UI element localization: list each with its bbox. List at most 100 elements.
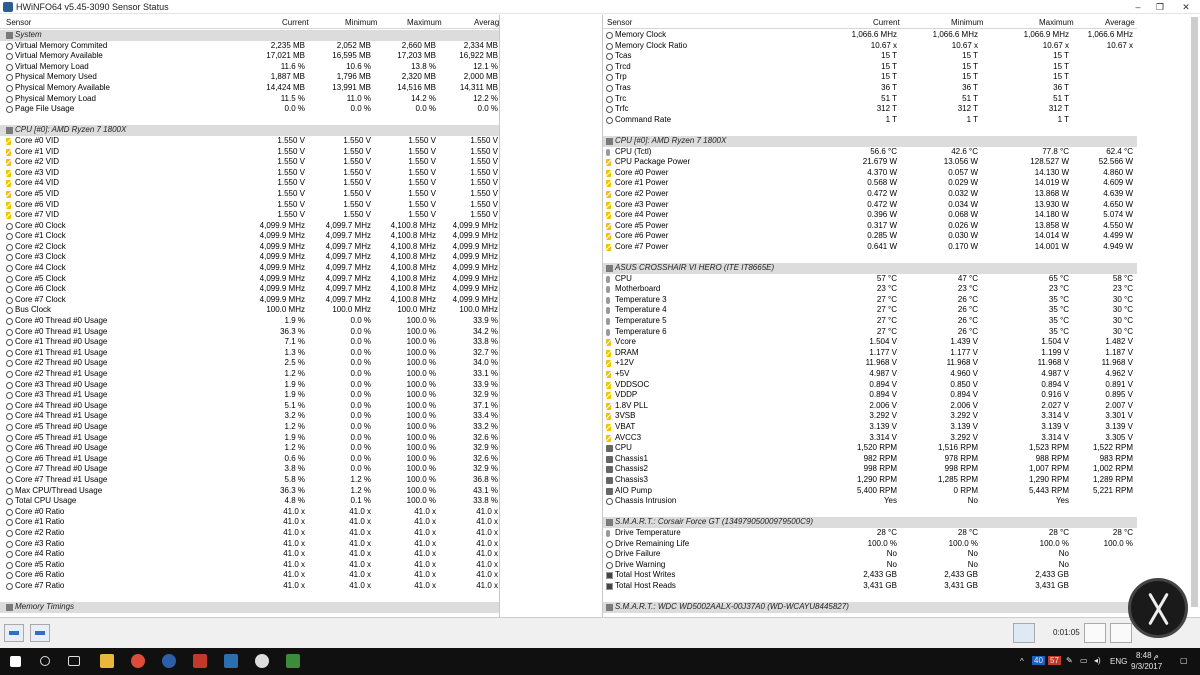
sensor-row[interactable]: Core #7 Thread #1 Usage 5.8 % 1.2 % 100.0 %… (0, 475, 499, 486)
sensor-row[interactable]: Core #1 Thread #1 Usage 1.3 % 0.0 % 100.0 %… (0, 348, 499, 359)
sensor-row[interactable]: Core #4 VID 1.550 V 1.550 V 1.550 V 1.550 V (0, 178, 499, 189)
sensor-row[interactable]: Drive Warning No No No (603, 560, 1137, 571)
sensor-row[interactable]: Total Host Writes 2,433 GB 2,433 GB 2,433 G… (603, 570, 1137, 581)
sensor-row[interactable]: Core #0 Ratio 41.0 x 41.0 x 41.0 x 41.0 x (0, 507, 499, 518)
sensor-row[interactable]: Temperature 5 27 °C 26 °C 35 °C 30 °C (603, 316, 1137, 327)
scrollbar[interactable] (1137, 15, 1200, 617)
sensor-row[interactable]: AVCC3 3.314 V 3.292 V 3.314 V 3.305 V (603, 433, 1137, 444)
sensor-row[interactable]: Core #6 Thread #1 Usage 0.6 % 0.0 % 100.0 %… (0, 454, 499, 465)
app-icon-4[interactable] (193, 654, 207, 668)
sensor-row[interactable]: 3VSB 3.292 V 3.292 V 3.314 V 3.301 V (603, 411, 1137, 422)
col-current-right[interactable]: Current (873, 18, 900, 27)
sensor-row[interactable]: Tras 36 T 36 T 36 T (603, 83, 1137, 94)
sensor-row[interactable]: CPU Package Power 21.679 W 13.056 W 128.527… (603, 157, 1137, 168)
sensor-row[interactable]: Drive Remaining Life 100.0 % 100.0 % 100.0 … (603, 539, 1137, 550)
sensor-row[interactable]: Core #1 Power 0.568 W 0.029 W 14.019 W 4.609… (603, 178, 1137, 189)
app-icon-3[interactable] (162, 654, 176, 668)
sensor-row[interactable]: Drive Temperature 28 °C 28 °C 28 °C 28 °C (603, 528, 1137, 539)
col-sensor[interactable]: Sensor (6, 18, 31, 27)
sensor-row[interactable]: Virtual Memory Load 11.6 % 10.6 % 13.8 % 12.… (0, 62, 499, 73)
sensor-row[interactable]: Core #4 Power 0.396 W 0.068 W 14.180 W 5.074… (603, 210, 1137, 221)
sensor-row[interactable]: Trp 15 T 15 T 15 T (603, 72, 1137, 83)
close-icon[interactable]: ✕ (1176, 1, 1196, 13)
sensor-row[interactable]: Chassis3 1,290 RPM 1,285 RPM 1,290 RPM 1,289… (603, 475, 1137, 486)
sensor-row[interactable]: Core #3 Ratio 41.0 x 41.0 x 41.0 x 41.0 x (0, 539, 499, 550)
sensor-row[interactable]: Core #2 Thread #1 Usage 1.2 % 0.0 % 100.0 %… (0, 369, 499, 380)
sensor-row[interactable]: Motherboard 23 °C 23 °C 23 °C 23 °C (603, 284, 1137, 295)
sensor-row[interactable]: Core #0 Thread #1 Usage 36.3 % 0.0 % 100.0 … (0, 327, 499, 338)
sensor-row[interactable]: Drive Failure No No No (603, 549, 1137, 560)
tray-badge-2[interactable]: 57 (1048, 656, 1061, 665)
app-icon-7[interactable] (286, 654, 300, 668)
sensor-row[interactable]: Core #6 VID 1.550 V 1.550 V 1.550 V 1.550 V (0, 200, 499, 211)
col-minimum-right[interactable]: Minimum (951, 18, 983, 27)
file-explorer-icon[interactable] (100, 654, 114, 668)
sensor-row[interactable]: Core #4 Clock 4,099.9 MHz 4,099.7 MHz 4,100… (0, 263, 499, 274)
sensor-row[interactable]: Bus Clock 100.0 MHz 100.0 MHz 100.0 MHz 100.… (0, 305, 499, 316)
sensor-row[interactable]: Core #2 Ratio 41.0 x 41.0 x 41.0 x 41.0 x (0, 528, 499, 539)
sensor-row[interactable]: Memory Clock Ratio 10.67 x 10.67 x 10.67 x 1… (603, 41, 1137, 52)
tray-time[interactable]: 8:48 م (1136, 651, 1159, 660)
col-sensor-right[interactable]: Sensor (607, 18, 632, 27)
sensor-row[interactable]: Memory Clock 1,066.6 MHz 1,066.6 MHz 1,066.… (603, 30, 1137, 41)
sensor-row[interactable]: Core #7 Ratio 41.0 x 41.0 x 41.0 x 41.0 x (0, 581, 499, 592)
sensor-row[interactable]: Virtual Memory Available 17,021 MB 16,595 … (0, 51, 499, 62)
sensor-group-header[interactable]: ASUS CROSSHAIR VI HERO (ITE IT8665E) (603, 263, 1137, 274)
sensor-row[interactable]: Command Rate 1 T 1 T 1 T (603, 115, 1137, 126)
sensor-row[interactable]: CPU 57 °C 47 °C 65 °C 58 °C (603, 274, 1137, 285)
sensor-row[interactable]: Core #0 Thread #0 Usage 1.9 % 0.0 % 100.0 %… (0, 316, 499, 327)
sensor-row[interactable]: CPU 1,520 RPM 1,516 RPM 1,523 RPM 1,522 RPM (603, 443, 1137, 454)
sensor-row[interactable]: +5V 4.987 V 4.960 V 4.987 V 4.962 V (603, 369, 1137, 380)
sensor-row[interactable]: Core #7 Thread #0 Usage 3.8 % 0.0 % 100.0 %… (0, 464, 499, 475)
prev-layout-button[interactable] (4, 624, 24, 642)
sensor-row[interactable]: Trcd 15 T 15 T 15 T (603, 62, 1137, 73)
sensor-row[interactable]: Core #0 Power 4.370 W 0.057 W 14.130 W 4.860… (603, 168, 1137, 179)
sensor-row[interactable]: Core #5 Clock 4,099.9 MHz 4,099.7 MHz 4,100… (0, 274, 499, 285)
task-view-icon[interactable] (68, 656, 80, 666)
sensor-row[interactable]: Core #7 VID 1.550 V 1.550 V 1.550 V 1.550 V (0, 210, 499, 221)
next-layout-button[interactable] (30, 624, 50, 642)
col-minimum[interactable]: Minimum (345, 18, 377, 27)
sensor-row[interactable]: Core #4 Thread #1 Usage 3.2 % 0.0 % 100.0 %… (0, 411, 499, 422)
sensor-row[interactable]: Core #1 Ratio 41.0 x 41.0 x 41.0 x 41.0 x (0, 517, 499, 528)
report-icon[interactable] (1110, 623, 1132, 643)
sensor-row[interactable]: DRAM 1.177 V 1.177 V 1.199 V 1.187 V (603, 348, 1137, 359)
sensor-row[interactable]: Physical Memory Used 1,887 MB 1,796 MB 2,32… (0, 72, 499, 83)
column-header[interactable]: Sensor Current Minimum Maximum Average (0, 15, 499, 29)
sensor-row[interactable]: Vcore 1.504 V 1.439 V 1.504 V 1.482 V (603, 337, 1137, 348)
tray-chevron-icon[interactable]: ^ (1020, 657, 1024, 666)
sensor-row[interactable]: Core #2 Power 0.472 W 0.032 W 13.868 W 4.639… (603, 189, 1137, 200)
network-icon[interactable] (1013, 623, 1035, 643)
sensor-row[interactable]: Core #5 Thread #0 Usage 1.2 % 0.0 % 100.0 %… (0, 422, 499, 433)
sensor-row[interactable]: Physical Memory Load 11.5 % 11.0 % 14.2 % 12… (0, 94, 499, 105)
app-icon-6[interactable] (255, 654, 269, 668)
sensor-row[interactable]: Core #0 Clock 4,099.9 MHz 4,099.7 MHz 4,100… (0, 221, 499, 232)
sensor-row[interactable]: Core #5 Thread #1 Usage 1.9 % 0.0 % 100.0 %… (0, 433, 499, 444)
sensor-row[interactable]: Core #5 Power 0.317 W 0.026 W 13.858 W 4.550… (603, 221, 1137, 232)
sensor-row[interactable]: Virtual Memory Commited 2,235 MB 2,052 MB 2… (0, 41, 499, 52)
sensor-row[interactable]: Chassis Intrusion Yes No Yes (603, 496, 1137, 507)
sensor-row[interactable]: Core #6 Power 0.285 W 0.030 W 14.014 W 4.499… (603, 231, 1137, 242)
volume-icon[interactable]: ◂) (1094, 656, 1101, 665)
sensor-row[interactable]: Core #5 Ratio 41.0 x 41.0 x 41.0 x 41.0 x (0, 560, 499, 571)
sensor-row[interactable]: Core #4 Thread #0 Usage 5.1 % 0.0 % 100.0 %… (0, 401, 499, 412)
scrollbar-thumb[interactable] (1191, 17, 1198, 607)
hwinfo-icon[interactable] (224, 654, 238, 668)
sensor-row[interactable]: Core #3 Power 0.472 W 0.034 W 13.930 W 4.650… (603, 200, 1137, 211)
sensor-group-header[interactable]: Memory Timings (0, 602, 499, 613)
sensor-row[interactable]: Core #6 Ratio 41.0 x 41.0 x 41.0 x 41.0 x (0, 570, 499, 581)
sensor-row[interactable]: 1.8V PLL 2.006 V 2.006 V 2.027 V 2.007 V (603, 401, 1137, 412)
sensor-row[interactable]: Core #3 Thread #0 Usage 1.9 % 0.0 % 100.0 %… (0, 380, 499, 391)
network-tray-icon[interactable]: ▭ (1080, 656, 1088, 665)
col-maximum[interactable]: Maximum (407, 18, 442, 27)
sensor-row[interactable]: Chassis1 982 RPM 978 RPM 988 RPM 983 RPM (603, 454, 1137, 465)
sensor-row[interactable]: Temperature 4 27 °C 26 °C 35 °C 30 °C (603, 305, 1137, 316)
sensor-row[interactable]: Core #5 VID 1.550 V 1.550 V 1.550 V 1.550 V (0, 189, 499, 200)
sensor-row[interactable]: Max CPU/Thread Usage 36.3 % 1.2 % 100.0 % 43… (0, 486, 499, 497)
tray-badge-1[interactable]: 40 (1032, 656, 1045, 665)
sensor-row[interactable]: Physical Memory Available 14,424 MB 13,991… (0, 83, 499, 94)
minimize-icon[interactable]: – (1128, 1, 1148, 13)
col-average-right[interactable]: Average (1105, 18, 1135, 27)
sensor-group-header[interactable]: CPU [#0]: AMD Ryzen 7 1800X (603, 135, 1137, 147)
sensor-row[interactable]: Trfc 312 T 312 T 312 T (603, 104, 1137, 115)
